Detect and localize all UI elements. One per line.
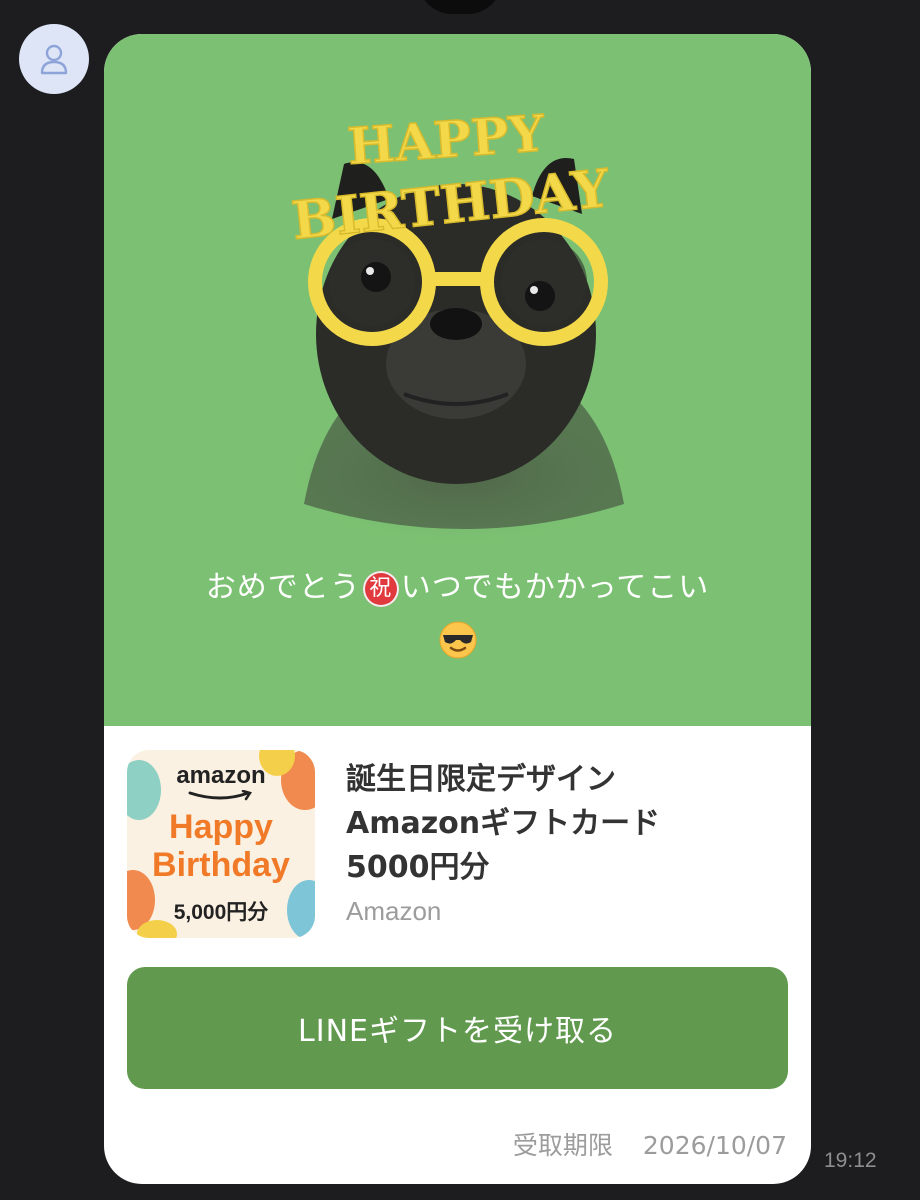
message-timestamp: 19:12 bbox=[824, 1149, 877, 1172]
gift-message-card[interactable]: HAPPY BIRTHDAY おめでとう祝いつでもかかってこい amazon H… bbox=[104, 34, 811, 1184]
device-notch bbox=[418, 0, 502, 14]
product-brand: Amazon bbox=[346, 896, 442, 926]
thumb-birthday-text: Birthday bbox=[152, 846, 290, 884]
product-title-line3: 5000円分 bbox=[346, 850, 490, 885]
product-title-line2: Amazonギフトカード bbox=[346, 806, 661, 841]
expiry-info: 受取期限 2026/10/07 bbox=[513, 1126, 787, 1162]
receive-gift-button[interactable]: LINEギフトを受け取る bbox=[127, 967, 788, 1089]
sunglasses-face-icon bbox=[104, 620, 811, 675]
user-silhouette-icon bbox=[40, 44, 68, 75]
greeting-message: おめでとう祝いつでもかかってこい bbox=[104, 564, 811, 675]
greeting-text-part2: いつでもかかってこい bbox=[400, 570, 710, 605]
expiry-label: 受取期限 bbox=[512, 1131, 613, 1160]
amazon-smile-icon bbox=[188, 790, 252, 801]
product-title: 誕生日限定デザイン Amazonギフトカード 5000円分 bbox=[346, 758, 796, 890]
thumb-happy-text: Happy bbox=[169, 808, 273, 846]
svg-text:HAPPY: HAPPY bbox=[346, 103, 548, 176]
greeting-line1: おめでとう祝いつでもかかってこい bbox=[104, 564, 811, 612]
hero-image: HAPPY BIRTHDAY おめでとう祝いつでもかかってこい bbox=[104, 34, 811, 726]
gift-product[interactable]: amazon Happy Birthday 5,000円分 誕生日限定デザイン … bbox=[104, 726, 811, 966]
birthday-dog-illustration: HAPPY BIRTHDAY bbox=[270, 103, 650, 554]
sender-avatar[interactable] bbox=[19, 24, 89, 94]
celebration-kanji-icon: 祝 bbox=[362, 570, 399, 607]
expiry-date: 2026/10/07 bbox=[642, 1131, 787, 1160]
greeting-text-part1: おめでとう bbox=[205, 570, 361, 605]
product-thumbnail: amazon Happy Birthday 5,000円分 bbox=[127, 750, 315, 938]
amazon-logo-text: amazon bbox=[176, 762, 266, 789]
thumb-amount-text: 5,000円分 bbox=[173, 901, 269, 924]
product-title-line1: 誕生日限定デザイン bbox=[346, 762, 616, 797]
